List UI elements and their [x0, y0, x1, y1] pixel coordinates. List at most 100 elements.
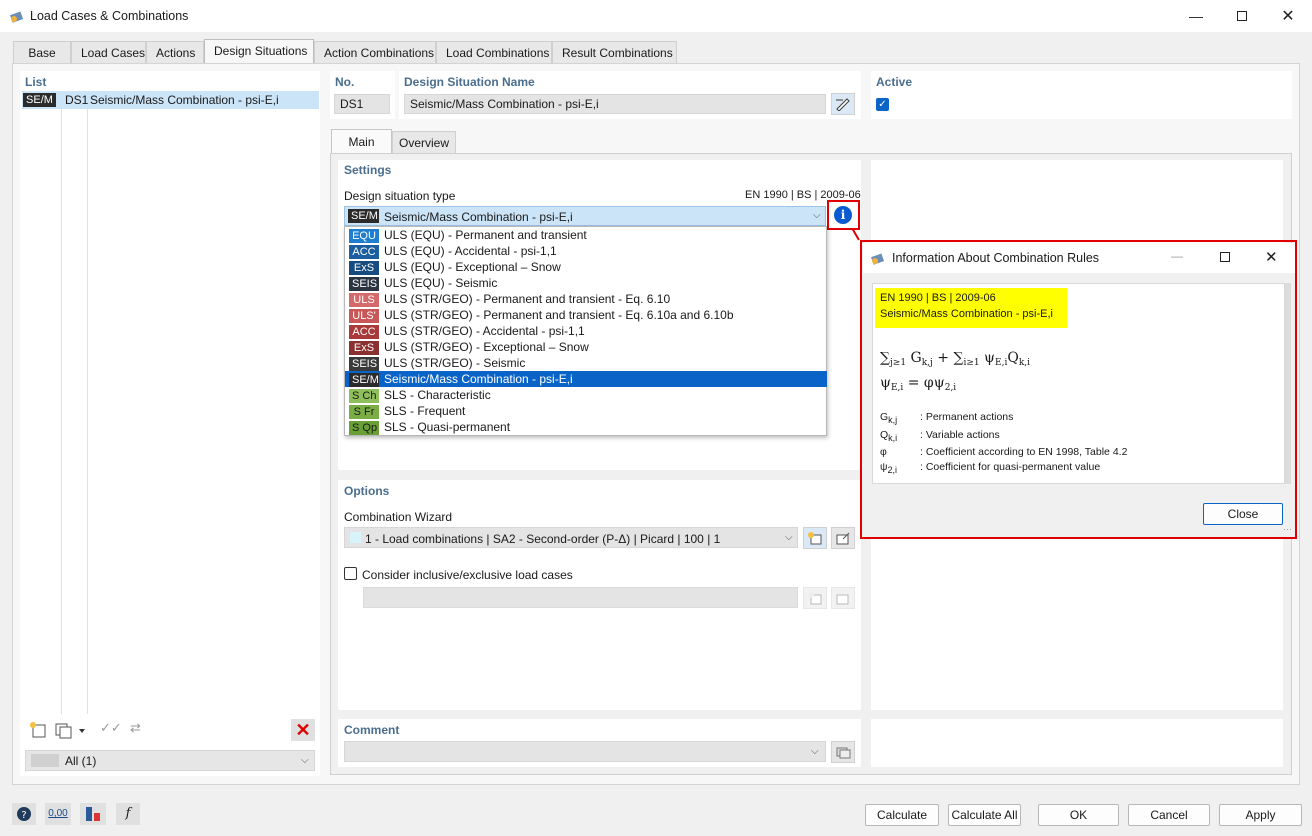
- dropdown-option-equ[interactable]: EQU ULS (EQU) - Permanent and transient: [345, 227, 827, 243]
- tab-result-combinations[interactable]: Result Combinations: [552, 41, 677, 63]
- legend-subscript: 2,i: [887, 465, 898, 475]
- list-title: List: [25, 75, 47, 89]
- resize-grip-icon[interactable]: ⋯: [1283, 524, 1292, 535]
- legend-symbol: φ: [880, 446, 887, 458]
- decimal-places-icon[interactable]: 0,00: [45, 803, 71, 825]
- ok-button[interactable]: OK: [1038, 804, 1119, 826]
- active-panel: [871, 71, 1292, 119]
- tab-load-cases[interactable]: Load Cases: [71, 41, 146, 63]
- active-checkbox[interactable]: ✓: [876, 98, 889, 111]
- check-all-icon[interactable]: ✓✓: [100, 720, 124, 740]
- comment-library-button[interactable]: [831, 741, 855, 763]
- renumber-icon[interactable]: ⇄: [130, 720, 154, 740]
- option-label: Seismic/Mass Combination - psi-E,i: [384, 372, 573, 386]
- option-label: ULS (STR/GEO) - Permanent and transient …: [384, 292, 671, 306]
- legend-row: ψ2,i: [880, 461, 897, 475]
- apply-button[interactable]: Apply: [1219, 804, 1302, 826]
- design-situation-type-dropdown: EQU ULS (EQU) - Permanent and transient A…: [344, 226, 827, 436]
- dropdown-option-exs-equ[interactable]: ExS ULS (EQU) - Exceptional – Snow: [345, 259, 827, 275]
- edit-wizard-button[interactable]: [831, 527, 855, 549]
- info-button[interactable]: i: [834, 206, 852, 224]
- dropdown-option-acc-str[interactable]: ACC ULS (STR/GEO) - Accidental - psi-1,1: [345, 323, 827, 339]
- inclusive-exclusive-checkbox[interactable]: [344, 567, 357, 580]
- selected-type-badge: SE/M: [348, 209, 379, 223]
- combination-wizard-label: Combination Wizard: [344, 510, 453, 524]
- info-dialog: Information About Combination Rules — ✕ …: [863, 243, 1295, 537]
- edit-name-button[interactable]: [831, 93, 855, 115]
- option-label: ULS (STR/GEO) - Permanent and transient …: [384, 308, 734, 322]
- minimize-button[interactable]: —: [1173, 0, 1219, 32]
- new-inclusive-button: [803, 587, 827, 609]
- tab-design-situations[interactable]: Design Situations: [204, 39, 314, 64]
- calculate-button[interactable]: Calculate: [865, 804, 939, 826]
- tab-load-combinations[interactable]: Load Combinations: [436, 41, 552, 63]
- list-item[interactable]: SE/M DS1 Seismic/Mass Combination - psi-…: [22, 91, 319, 109]
- dropdown-option-sls-qp[interactable]: S Qp SLS - Quasi-permanent: [345, 419, 827, 435]
- help-icon[interactable]: ?: [12, 803, 36, 825]
- comment-field[interactable]: ⌵: [344, 741, 826, 762]
- legend-subscript: k,j: [888, 415, 898, 425]
- option-label: SLS - Quasi-permanent: [384, 420, 511, 434]
- dialog-close-icon[interactable]: ✕: [1265, 248, 1278, 266]
- design-situation-type-label: Design situation type: [344, 189, 456, 203]
- dialog-title: Information About Combination Rules: [892, 251, 1100, 265]
- dropdown-option-sls-ch[interactable]: S Ch SLS - Characteristic: [345, 387, 827, 403]
- combination-wizard-select[interactable]: 1 - Load combinations | SA2 - Second-ord…: [344, 527, 798, 548]
- inclusive-exclusive-select: [363, 587, 798, 608]
- option-badge: EQU: [349, 229, 379, 243]
- option-badge: SE/M: [349, 373, 379, 387]
- option-badge: S Qp: [349, 421, 379, 435]
- name-label: Design Situation Name: [404, 75, 535, 89]
- new-item-icon[interactable]: [27, 720, 49, 740]
- dropdown-option-seis-str[interactable]: SEIS ULS (STR/GEO) - Seismic: [345, 355, 827, 371]
- subtab-overview[interactable]: Overview: [392, 131, 456, 154]
- tab-base[interactable]: Base: [13, 41, 71, 63]
- chevron-down-icon: ⌵: [811, 746, 819, 757]
- design-situation-type-select[interactable]: SE/M Seismic/Mass Combination - psi-E,i …: [344, 206, 826, 226]
- units-icon[interactable]: [80, 803, 106, 825]
- dialog-content: EN 1990 | BS | 2009-06 Seismic/Mass Comb…: [872, 283, 1285, 484]
- no-label: No.: [335, 75, 355, 89]
- dropdown-option-acc-equ[interactable]: ACC ULS (EQU) - Accidental - psi-1,1: [345, 243, 827, 259]
- maximize-button[interactable]: [1219, 0, 1265, 32]
- filter-select[interactable]: All (1) ⌵: [25, 750, 315, 771]
- dropdown-option-seis-equ[interactable]: SEIS ULS (EQU) - Seismic: [345, 275, 827, 291]
- dialog-close-button[interactable]: Close: [1203, 503, 1283, 525]
- cancel-button[interactable]: Cancel: [1128, 804, 1210, 826]
- copy-item-icon[interactable]: [53, 720, 89, 740]
- option-badge: ULS': [349, 309, 379, 323]
- dropdown-option-exs-str[interactable]: ExS ULS (STR/GEO) - Exceptional – Snow: [345, 339, 827, 355]
- combination-wizard-value: 1 - Load combinations | SA2 - Second-ord…: [365, 532, 721, 546]
- dialog-minimize-button[interactable]: —: [1171, 249, 1183, 263]
- option-badge: ACC: [349, 325, 379, 339]
- option-badge: ExS: [349, 261, 379, 275]
- chevron-down-icon: ⌵: [785, 532, 793, 543]
- close-window-button[interactable]: ✕: [1265, 0, 1311, 32]
- option-label: ULS (EQU) - Accidental - psi-1,1: [384, 244, 557, 258]
- dialog-scrollbar[interactable]: [1285, 283, 1291, 484]
- tab-action-combinations[interactable]: Action Combinations: [314, 41, 436, 63]
- tab-actions[interactable]: Actions: [146, 41, 204, 63]
- legend-symbol: G: [880, 411, 889, 423]
- highlight-standard: EN 1990 | BS | 2009-06: [880, 292, 996, 304]
- option-badge: S Ch: [349, 389, 379, 403]
- no-field[interactable]: DS1: [334, 94, 390, 114]
- subtab-main[interactable]: Main: [331, 129, 392, 154]
- dropdown-option-uls-610ab[interactable]: ULS' ULS (STR/GEO) - Permanent and transi…: [345, 307, 827, 323]
- function-icon[interactable]: f: [116, 803, 140, 825]
- dialog-maximize-button[interactable]: [1220, 252, 1230, 262]
- dropdown-option-uls-610[interactable]: ULS ULS (STR/GEO) - Permanent and transie…: [345, 291, 827, 307]
- dropdown-option-sem[interactable]: SE/M Seismic/Mass Combination - psi-E,i: [345, 371, 827, 387]
- name-field[interactable]: Seismic/Mass Combination - psi-E,i: [404, 94, 826, 114]
- window-title: Load Cases & Combinations: [30, 9, 189, 23]
- tree-line: [87, 109, 88, 714]
- dropdown-option-sls-fr[interactable]: S Fr SLS - Frequent: [345, 403, 827, 419]
- option-badge: ACC: [349, 245, 379, 259]
- comment-title: Comment: [344, 723, 400, 737]
- calculate-all-button[interactable]: Calculate All: [948, 804, 1021, 826]
- option-label: ULS (EQU) - Permanent and transient: [384, 228, 587, 242]
- legend-subscript: k,i: [888, 433, 898, 443]
- title-bar: Load Cases & Combinations — ✕: [0, 0, 1312, 32]
- new-wizard-button[interactable]: [803, 527, 827, 549]
- delete-icon[interactable]: ✕: [291, 719, 315, 741]
